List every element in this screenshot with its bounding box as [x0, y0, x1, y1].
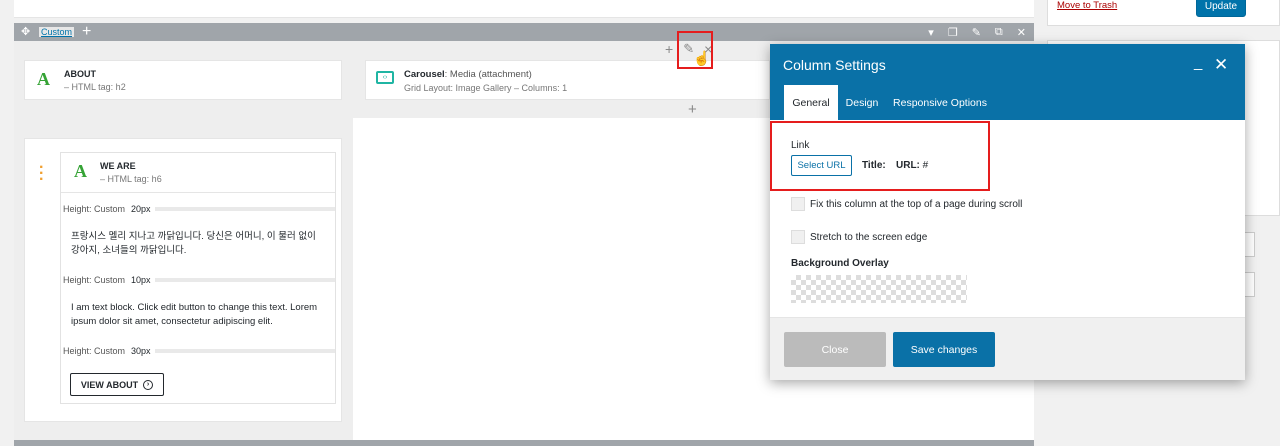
add-column-plus-icon[interactable]: + — [665, 42, 673, 56]
spacer-element[interactable]: Height: Custom 30px — [61, 344, 335, 358]
spacer-label: Height: Custom — [61, 275, 128, 285]
spacer-label: Height: Custom — [61, 346, 128, 356]
close-icon[interactable]: ✕ — [1214, 55, 1228, 75]
modal-title: Column Settings — [783, 57, 886, 73]
pencil-icon[interactable]: ✎ — [972, 26, 981, 39]
tab-responsive-options[interactable]: Responsive Options — [892, 85, 988, 120]
spacer-label: Height: Custom — [61, 204, 128, 214]
row-layout-custom-link[interactable]: Custom — [39, 27, 75, 37]
add-element-button[interactable]: + — [688, 101, 697, 118]
clone-icon[interactable]: ⧉ — [995, 26, 1003, 39]
fix-column-label: Fix this column at the top of a page dur… — [810, 199, 1023, 210]
previous-row-bottom — [14, 0, 1034, 18]
close-button[interactable]: Close — [784, 332, 886, 367]
close-icon[interactable]: ✕ — [1017, 26, 1026, 39]
next-row-toolbar — [14, 440, 1034, 446]
column-settings-modal: Column Settings _ ✕ General Design Respo… — [770, 44, 1245, 380]
weare-heading-element[interactable]: A WE ARE – HTML tag: h6 — [61, 153, 335, 193]
about-heading-element[interactable]: A ABOUT – HTML tag: h2 — [24, 60, 342, 100]
spacer-value: 10px — [127, 275, 155, 285]
element-subtitle: Grid Layout: Image Gallery – Columns: 1 — [404, 83, 568, 93]
minimize-icon[interactable]: _ — [1194, 54, 1202, 71]
element-title: WE ARE — [100, 161, 136, 171]
spacer-value: 20px — [127, 204, 155, 214]
element-title: Carousel: Media (attachment) — [404, 69, 567, 80]
text-block-lorem[interactable]: I am text block. Click edit button to ch… — [61, 301, 335, 329]
button-label: VIEW ABOUT — [80, 379, 139, 390]
tab-design[interactable]: Design — [842, 85, 882, 120]
fix-column-checkbox[interactable] — [791, 197, 805, 211]
stretch-checkbox[interactable] — [791, 230, 805, 244]
highlight-box-link — [770, 121, 990, 191]
update-button[interactable]: Update — [1196, 0, 1246, 17]
text-heading-icon: A — [37, 69, 50, 89]
text-heading-icon: A — [74, 161, 87, 181]
save-changes-button[interactable]: Save changes — [893, 332, 995, 367]
spacer-element[interactable]: Height: Custom 20px — [61, 202, 335, 216]
element-subtitle: – HTML tag: h2 — [64, 82, 126, 92]
hand-cursor-icon: ☝ — [693, 50, 711, 66]
carousel-icon: ‹› — [376, 71, 394, 84]
element-type: Carousel — [404, 69, 445, 80]
row-toolbar: ✥ Custom + ▾ ❐ ✎ ⧉ ✕ — [14, 23, 1034, 41]
move-to-trash-link[interactable]: Move to Trash — [1057, 0, 1117, 11]
tab-general[interactable]: General — [784, 85, 838, 120]
text-block-korean[interactable]: 프랑시스 멜리 지나고 까닭입니다. 당신은 어머니, 이 물러 없이 강아지,… — [61, 230, 335, 258]
background-overlay-color-picker[interactable] — [791, 275, 967, 303]
circle-arrow-right-icon: › — [143, 379, 154, 390]
chevron-down-icon[interactable]: ▾ — [928, 26, 934, 39]
spacer-value: 30px — [127, 346, 155, 356]
element-subtitle: – HTML tag: h6 — [100, 174, 162, 184]
stretch-label: Stretch to the screen edge — [810, 232, 928, 243]
element-source: : Media (attachment) — [444, 69, 532, 80]
move-handle-icon[interactable]: ✥ — [21, 27, 31, 38]
drag-dots-icon[interactable]: · · · — [39, 160, 44, 188]
add-column-button[interactable]: + — [82, 24, 91, 40]
background-overlay-label: Background Overlay — [791, 258, 889, 269]
element-title: ABOUT — [64, 69, 96, 79]
spacer-element[interactable]: Height: Custom 10px — [61, 273, 335, 287]
view-about-button[interactable]: VIEW ABOUT › — [70, 373, 164, 396]
copy-icon[interactable]: ❐ — [948, 26, 958, 39]
